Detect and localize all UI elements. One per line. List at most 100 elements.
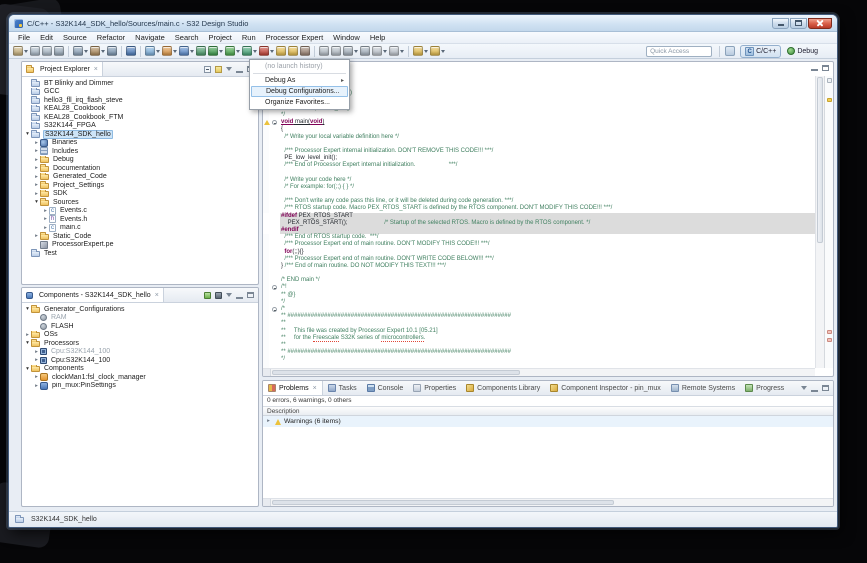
perspective-debug[interactable]: Debug xyxy=(783,45,822,58)
menu-window[interactable]: Window xyxy=(328,32,365,44)
search-button[interactable] xyxy=(359,45,371,58)
generate-report-button[interactable] xyxy=(161,45,178,58)
tab-component-inspector-pin-mux[interactable]: Component Inspector - pin_mux xyxy=(545,381,666,395)
code-line[interactable]: /*** Processor Expert end of main routin… xyxy=(263,256,815,263)
expand-arrow-icon[interactable]: ▸ xyxy=(33,190,40,198)
tree-item-flash[interactable]: FLASH xyxy=(22,322,258,331)
save-launch-config-button[interactable] xyxy=(287,45,299,58)
collapse-arrow-icon[interactable]: ▾ xyxy=(24,305,31,313)
maximize-window-button[interactable] xyxy=(790,17,807,29)
menu-file[interactable]: File xyxy=(13,32,35,44)
menu-source[interactable]: Source xyxy=(58,32,92,44)
code-line[interactable]: */ xyxy=(263,299,815,306)
tree-item-clockman1-fsl-clock-manager[interactable]: ▸ clockMan1:fsl_clock_manager xyxy=(22,373,258,382)
code-line[interactable]: ** for the Freescale S32K series of micr… xyxy=(263,334,815,342)
minimize-view-icon[interactable] xyxy=(236,66,243,73)
tab-tasks[interactable]: Tasks xyxy=(323,381,362,395)
code-line[interactable]: ** #####################################… xyxy=(263,313,815,320)
expand-arrow-icon[interactable]: ▸ xyxy=(33,139,40,147)
perspective-c-c[interactable]: C C/C++ xyxy=(740,44,782,58)
code-line[interactable]: /* xyxy=(263,306,815,313)
problems-horizontal-scrollbar[interactable] xyxy=(263,498,833,506)
scrollbar-thumb[interactable] xyxy=(272,500,614,505)
skip-all-breakpoints-button[interactable] xyxy=(72,45,89,58)
tree-item-cpu-s32k144-100[interactable]: ▸ Cpu:S32K144_100 xyxy=(22,356,258,365)
pex-views-button[interactable] xyxy=(178,45,195,58)
code-line[interactable]: /* Write your local variable definition … xyxy=(263,134,815,141)
code-line[interactable]: { xyxy=(263,126,815,133)
save-all-button[interactable] xyxy=(41,45,53,58)
code-line[interactable]: void main(void) xyxy=(263,119,815,126)
debug-button[interactable] xyxy=(207,45,224,58)
components-tab[interactable]: Components - S32K144_SDK_hello × xyxy=(22,288,164,302)
code-line[interactable]: for(;;){} xyxy=(263,249,815,256)
project-explorer-tab[interactable]: Project Explorer × xyxy=(22,62,103,76)
print-button[interactable] xyxy=(53,45,65,58)
tree-item-documentation[interactable]: ▸ Documentation xyxy=(22,164,258,173)
terminate-button[interactable] xyxy=(258,45,275,58)
tab-components-library[interactable]: Components Library xyxy=(461,381,545,395)
collapse-arrow-icon[interactable]: ▾ xyxy=(24,339,31,347)
open-perspective-icon[interactable] xyxy=(725,46,736,56)
tree-item-processors[interactable]: ▾ Processors xyxy=(22,339,258,348)
expand-arrow-icon[interactable]: ▸ xyxy=(33,356,40,364)
spelling-marker[interactable] xyxy=(827,338,832,342)
code-line[interactable]: /* Write your code here */ xyxy=(263,177,815,184)
tree-item-debug[interactable]: ▸ Debug xyxy=(22,155,258,165)
tree-item-main-c[interactable]: ▸ main.c xyxy=(22,223,258,233)
tree-item-keal28-cookbook[interactable]: KEAL28_Cookbook xyxy=(22,104,258,114)
maximize-editor-icon[interactable] xyxy=(822,64,829,71)
expand-arrow-icon[interactable]: ▸ xyxy=(33,181,40,189)
minimize-view-icon[interactable] xyxy=(236,292,243,299)
scrollbar-thumb[interactable] xyxy=(272,370,521,375)
scroll-left-icon[interactable] xyxy=(263,499,271,506)
tab-properties[interactable]: Properties xyxy=(408,381,461,395)
code-line[interactable]: /* END main */ xyxy=(263,277,815,284)
code-line[interactable] xyxy=(263,191,815,198)
forward-button[interactable] xyxy=(429,45,446,58)
tree-item-ram[interactable]: RAM xyxy=(22,314,258,323)
code-line[interactable] xyxy=(263,141,815,148)
expand-arrow-icon[interactable]: ▸ xyxy=(33,232,40,240)
view-menu-icon[interactable] xyxy=(801,386,807,390)
tree-item-processorexpert-pe[interactable]: ProcessorExpert.pe xyxy=(22,240,258,250)
back-button[interactable] xyxy=(412,45,429,58)
next-annotation-button[interactable] xyxy=(371,45,388,58)
tab-progress[interactable]: Progress xyxy=(740,381,789,395)
warning-marker[interactable] xyxy=(827,98,832,102)
collapse-arrow-icon[interactable]: ▾ xyxy=(24,365,31,373)
menu-processor-expert[interactable]: Processor Expert xyxy=(261,32,329,44)
title-bar[interactable]: C/C++ - S32K144_SDK_hello/Sources/main.c… xyxy=(9,15,837,32)
menu-project[interactable]: Project xyxy=(204,32,237,44)
code-line[interactable]: /*** End of Processor Expert internal in… xyxy=(263,162,815,169)
description-column-header[interactable]: Description xyxy=(263,406,833,416)
scrollbar-thumb[interactable] xyxy=(817,77,823,244)
profile-button[interactable] xyxy=(241,45,258,58)
tree-item-binaries[interactable]: ▸ Binaries xyxy=(22,138,258,148)
menu-help[interactable]: Help xyxy=(365,32,390,44)
view-menu-icon[interactable] xyxy=(226,67,232,71)
close-view-icon[interactable]: × xyxy=(94,66,98,73)
spelling-marker[interactable] xyxy=(827,330,832,334)
tree-item-events-h[interactable]: ▸ Events.h xyxy=(22,215,258,224)
expand-arrow-icon[interactable]: ▸ xyxy=(42,207,49,215)
code-area[interactable]: ** - main()**** - PE_low_level_init()** … xyxy=(263,76,815,368)
open-element-button[interactable] xyxy=(342,45,359,58)
menu-item-organize-favorites[interactable]: Organize Favorites... xyxy=(251,97,348,108)
expand-arrow-icon[interactable]: ▸ xyxy=(33,147,40,155)
editor-vertical-scrollbar[interactable] xyxy=(815,76,824,368)
open-launch-config-button[interactable] xyxy=(275,45,287,58)
tree-item-events-c[interactable]: ▸ Events.c xyxy=(22,206,258,216)
code-line[interactable]: */ xyxy=(263,112,815,119)
refresh-components-button[interactable] xyxy=(195,45,207,58)
tab-problems[interactable]: Problems × xyxy=(263,381,323,395)
menu-item-debug-configurations[interactable]: Debug Configurations... xyxy=(251,86,348,97)
code-line[interactable]: ** @} xyxy=(263,292,815,299)
component-options-icon[interactable] xyxy=(215,291,222,299)
fold-collapse-icon[interactable] xyxy=(272,307,277,312)
code-line[interactable]: /*! xyxy=(263,284,815,291)
fold-collapse-icon[interactable] xyxy=(272,285,277,291)
expand-arrow-icon[interactable]: ▸ xyxy=(33,156,40,164)
code-line[interactable]: /*** End of RTOS startup code. ***/ xyxy=(263,234,815,241)
menu-search[interactable]: Search xyxy=(170,32,204,44)
